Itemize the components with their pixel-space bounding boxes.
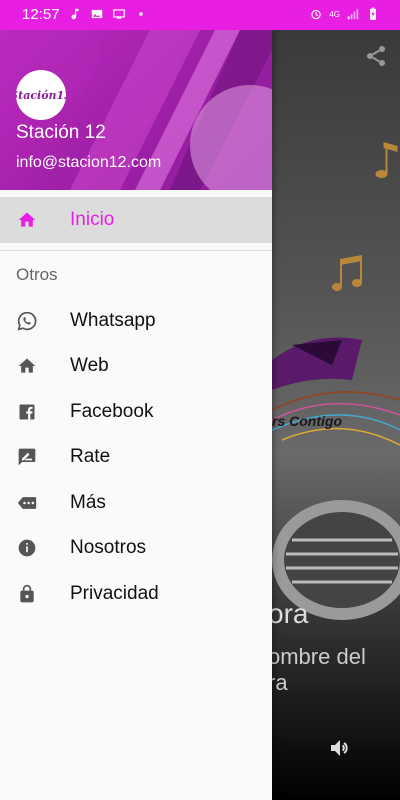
slogan-text: rs Contigo: [272, 413, 342, 429]
station-logo-graphic: [272, 337, 400, 446]
status-time: 12:57: [22, 6, 60, 23]
station-email: info@stacion12.com: [16, 154, 162, 171]
nav-item-label: Inicio: [70, 209, 115, 230]
share-icon[interactable]: [364, 44, 388, 68]
screen-cast-icon: [113, 9, 125, 19]
nav-item-label: Facebook: [70, 401, 154, 422]
rate-icon: [18, 448, 36, 466]
network-type: 4G: [329, 9, 340, 19]
nav-item-mas[interactable]: Más: [0, 480, 272, 526]
image-icon: [91, 9, 103, 19]
dot-icon: [139, 12, 143, 16]
nav-item-inicio[interactable]: Inicio: [0, 197, 272, 243]
nav-item-label: Más: [70, 492, 106, 513]
station-logo-avatar: Stación12: [16, 70, 66, 120]
whatsapp-icon: [17, 311, 37, 331]
lock-icon: [20, 584, 34, 603]
track-title: ora: [268, 598, 309, 629]
track-subtitle-line: ra: [268, 670, 288, 695]
track-subtitle: ombre del ra: [268, 644, 366, 696]
nav-item-web[interactable]: Web: [0, 343, 272, 389]
nav-item-nosotros[interactable]: Nosotros: [0, 525, 272, 571]
signal-icon: [347, 9, 359, 20]
nav-item-label: Web: [70, 355, 109, 376]
nav-item-label: Privacidad: [70, 583, 159, 604]
music-note-icon: [332, 255, 362, 291]
facebook-icon: [19, 404, 35, 420]
notification-icons: [68, 7, 148, 21]
drawer-header: Stación12 Stación 12 info@stacion12.com: [0, 30, 272, 190]
home-icon: [18, 212, 36, 227]
info-icon: [18, 539, 36, 557]
volume-icon[interactable]: [328, 736, 352, 760]
alarm-icon: [311, 9, 321, 20]
navigation-drawer: Stación12 Stación 12 info@stacion12.com …: [0, 30, 272, 800]
section-label-otros: Otros: [16, 265, 58, 284]
nav-item-facebook[interactable]: Facebook: [0, 389, 272, 435]
nav-item-whatsapp[interactable]: Whatsapp: [0, 298, 272, 344]
more-icon: [17, 497, 37, 509]
music-note-icon: [375, 142, 398, 178]
battery-charging-icon: [370, 7, 376, 20]
logo-text: Stación12: [16, 88, 66, 102]
divider: [0, 250, 272, 251]
station-name: Stación 12: [16, 122, 106, 143]
status-bar: 12:57 4G: [0, 0, 400, 30]
system-icons: 4G: [309, 7, 380, 21]
track-subtitle-line: ombre del: [268, 644, 366, 669]
music-note-icon: [71, 8, 79, 20]
home-icon: [18, 358, 36, 373]
nav-item-label: Whatsapp: [70, 310, 156, 331]
nav-item-label: Nosotros: [70, 537, 147, 558]
nav-item-rate[interactable]: Rate: [0, 434, 272, 480]
nav-item-label: Rate: [70, 446, 111, 467]
nav-item-privacidad[interactable]: Privacidad: [0, 571, 272, 617]
